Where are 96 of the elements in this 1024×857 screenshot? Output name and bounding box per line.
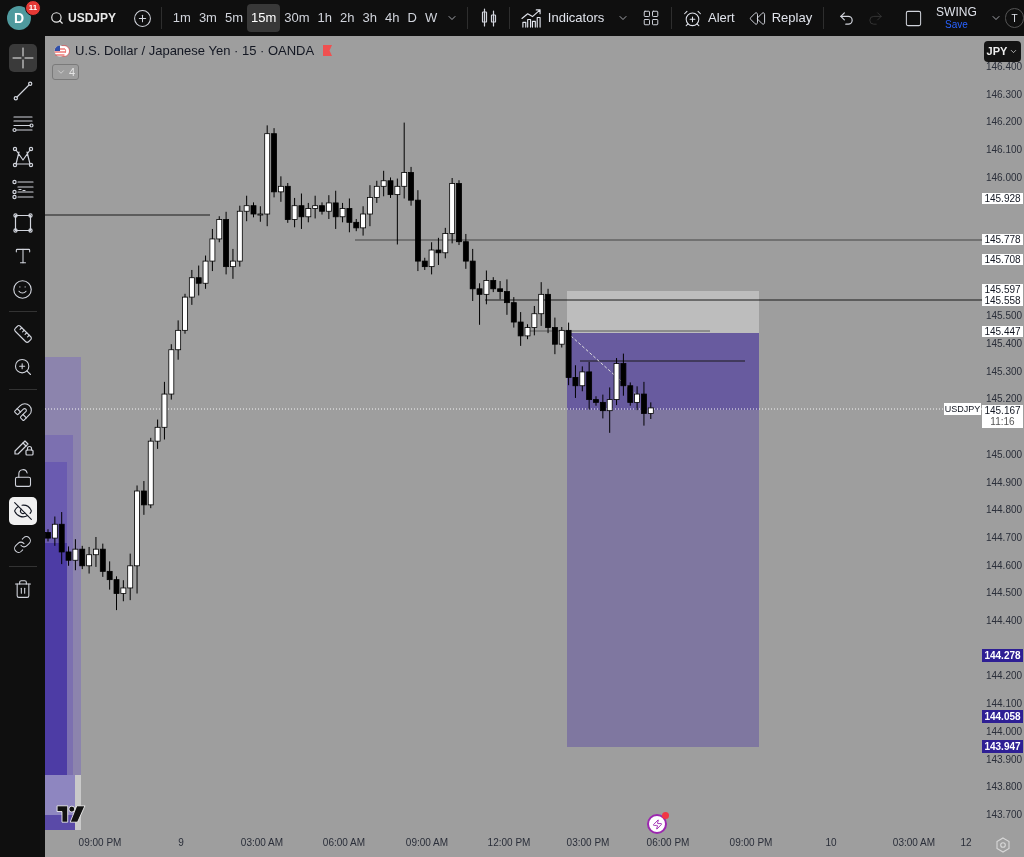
hide-drawings-tool[interactable] <box>8 497 37 525</box>
time-label: 03:00 PM <box>566 837 610 849</box>
interval-tab[interactable]: 3h <box>358 4 381 32</box>
chevron-down-icon <box>1009 47 1019 56</box>
layout-button[interactable]: SWING Save <box>933 3 980 33</box>
price-label: 144.400 <box>984 616 1024 626</box>
price-tag: 143.947 <box>982 740 1023 754</box>
alert-button[interactable]: Alert <box>679 4 739 32</box>
eye-off-icon <box>12 501 33 521</box>
price-label: 146.400 <box>984 62 1024 72</box>
price-label: 144.000 <box>984 726 1024 737</box>
fib-lines-icon <box>11 113 34 135</box>
crosshair-tool[interactable] <box>8 44 37 72</box>
price-tag: 145.928 <box>982 192 1023 204</box>
time-label: 9 <box>178 837 184 849</box>
interval-tab[interactable]: D <box>403 4 421 32</box>
price-label: 143.700 <box>984 809 1024 820</box>
countdown-timer: 11:16 <box>990 416 1015 427</box>
smiley-icon <box>12 278 33 300</box>
price-label: 145.000 <box>984 449 1024 460</box>
lock-open-icon <box>12 468 33 488</box>
time-label: 06:00 PM <box>646 837 690 849</box>
crosshair-icon <box>11 47 34 69</box>
square-icon <box>904 8 924 28</box>
time-label: 03:00 AM <box>240 837 284 849</box>
bar-chart-icon <box>520 7 542 29</box>
price-label: 145.200 <box>984 394 1024 405</box>
price-label: 145.300 <box>984 366 1024 377</box>
flag-marker-icon[interactable] <box>323 45 333 57</box>
interval-tab[interactable]: 4h <box>381 4 404 32</box>
price-label: 143.800 <box>984 782 1024 793</box>
indicators-button[interactable]: Indicators <box>516 4 609 32</box>
replay-button[interactable]: Replay <box>744 4 817 32</box>
interval-tab[interactable]: 2h <box>336 4 359 32</box>
interval-tab[interactable]: 15m <box>247 4 281 32</box>
price-tag: 145.597 <box>982 284 1023 296</box>
trash-icon <box>12 579 33 599</box>
price-tag: 145.708 <box>982 253 1023 265</box>
time-label: 12:00 PM <box>487 837 531 849</box>
symbol-search[interactable]: USDJPY <box>45 4 122 32</box>
price-label: 144.600 <box>984 560 1024 571</box>
layout-name: SWING <box>936 6 977 18</box>
currency-button[interactable]: JPY <box>984 41 1021 62</box>
interval-tab[interactable]: W <box>420 4 442 32</box>
trend-line-icon <box>11 80 34 102</box>
price-tag: 145.447 <box>982 325 1023 337</box>
dotted-lines-icon <box>11 179 34 201</box>
plus-circle-icon <box>132 8 152 28</box>
chart-title: U.S. Dollar / Japanese Yen · 15 · OANDA <box>75 42 315 60</box>
price-tag: 145.778 <box>982 234 1023 245</box>
time-label: 06:00 AM <box>322 837 366 849</box>
price-label: 146.300 <box>984 89 1024 100</box>
pattern-icon <box>11 146 34 168</box>
price-label: 144.500 <box>984 588 1024 599</box>
save-link[interactable]: Save <box>945 20 968 30</box>
time-label: 12 <box>960 837 972 849</box>
time-label: 10 <box>825 837 837 849</box>
notification-badge: 11 <box>25 0 41 16</box>
chevron-down-icon <box>56 67 66 77</box>
link-icon <box>13 534 32 554</box>
logo-icon <box>56 805 86 823</box>
alarm-clock-icon <box>683 8 702 28</box>
symbol-tag: USDJPY <box>944 403 981 415</box>
price-label: 145.400 <box>984 339 1024 349</box>
time-label: 09:00 AM <box>405 837 449 849</box>
price-label: 144.200 <box>984 671 1024 682</box>
grid-icon <box>641 9 660 27</box>
interval-tab[interactable]: 1h <box>313 4 337 32</box>
price-label: 144.100 <box>984 699 1024 710</box>
interval-tab[interactable]: 5m <box>220 4 247 32</box>
price-label: 146.200 <box>984 117 1024 128</box>
price-label: 144.800 <box>984 505 1024 516</box>
lightning-badge-icon[interactable] <box>647 812 669 834</box>
price-label: 144.700 <box>984 532 1024 543</box>
price-label: 145.500 <box>984 311 1024 322</box>
price-label: 146.000 <box>984 172 1024 183</box>
magnet-icon <box>12 402 33 422</box>
price-tag: 144.058 <box>982 709 1023 723</box>
flag-icon <box>54 43 70 58</box>
interval-tab[interactable]: 1m <box>168 4 195 32</box>
search-icon <box>50 11 64 25</box>
time-label: 03:00 AM <box>892 837 936 849</box>
price-tag: 144.278 <box>982 648 1023 662</box>
interval-tab[interactable]: 30m <box>280 4 314 32</box>
ruler-icon <box>12 324 33 344</box>
price-value: 145.167 <box>984 405 1021 416</box>
zoom-in-icon <box>12 357 33 377</box>
price-tag: 145.558 <box>982 295 1023 307</box>
price-label: 144.900 <box>984 477 1024 488</box>
time-label: 09:00 PM <box>78 837 122 849</box>
price-label: 143.900 <box>984 754 1024 765</box>
price-label: 146.100 <box>984 145 1024 156</box>
time-label: 09:00 PM <box>729 837 773 849</box>
rewind-icon <box>748 9 766 27</box>
rectangle-icon <box>11 212 34 234</box>
interval-tab[interactable]: 3m <box>194 4 221 32</box>
